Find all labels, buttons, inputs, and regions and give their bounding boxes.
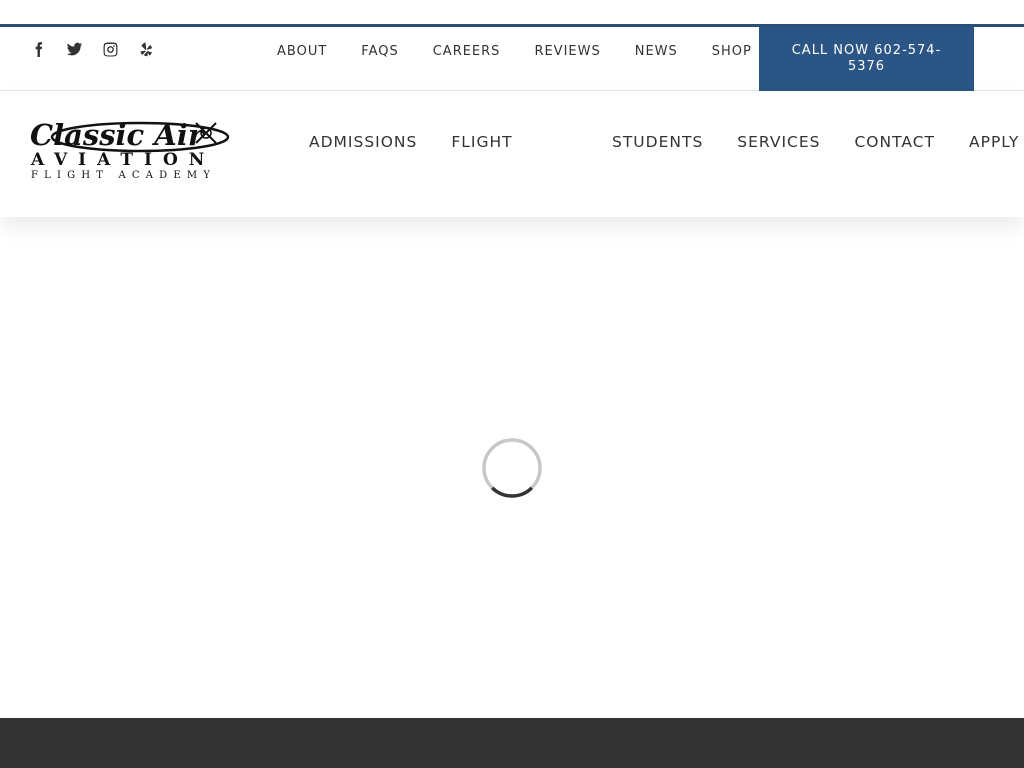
- twitter-icon[interactable]: [66, 40, 102, 58]
- nav-link-admissions[interactable]: ADMISSIONS: [292, 133, 434, 151]
- loading-spinner-icon: [482, 438, 542, 498]
- nav-link-apply[interactable]: APPLY: [952, 133, 1024, 151]
- nav-link-flight[interactable]: FLIGHT: [434, 133, 529, 151]
- logo-graphic: Classic Air AVIATION FLIGHT ACADEMY: [30, 118, 230, 181]
- call-now-label-line1: CALL NOW 602-574-: [791, 43, 942, 58]
- footer-bar: [0, 718, 1024, 768]
- site-logo[interactable]: Classic Air AVIATION FLIGHT ACADEMY: [30, 115, 234, 181]
- main-header: Classic Air AVIATION FLIGHT ACADEMY ADMI…: [0, 91, 1024, 217]
- social-links: [30, 40, 174, 58]
- instagram-icon[interactable]: [102, 40, 138, 58]
- call-now-button[interactable]: CALL NOW 602-574- 5376: [759, 27, 974, 91]
- nav-link-about[interactable]: ABOUT: [260, 44, 344, 59]
- nav-link-faqs[interactable]: FAQS: [344, 44, 415, 59]
- nav-link-reviews[interactable]: REVIEWS: [517, 44, 617, 59]
- logo-academy: FLIGHT ACADEMY: [31, 170, 216, 181]
- main-nav-left: ADMISSIONS FLIGHT: [292, 133, 530, 151]
- top-strip: [0, 0, 1024, 24]
- nav-link-students[interactable]: STUDENTS: [595, 133, 720, 151]
- utility-bar: ABOUT FAQS CAREERS REVIEWS NEWS SHOP CAL…: [0, 27, 1024, 91]
- nav-link-careers[interactable]: CAREERS: [416, 44, 518, 59]
- yelp-icon[interactable]: [138, 40, 174, 58]
- secondary-nav: ABOUT FAQS CAREERS REVIEWS NEWS SHOP: [260, 27, 769, 75]
- nav-link-services[interactable]: SERVICES: [720, 133, 837, 151]
- nav-link-news[interactable]: NEWS: [618, 44, 695, 59]
- call-now-label-line2: 5376: [847, 59, 886, 74]
- main-nav-right: STUDENTS SERVICES CONTACT APPLY: [595, 133, 1024, 151]
- logo-aviation: AVIATION: [30, 150, 215, 170]
- nav-link-contact[interactable]: CONTACT: [837, 133, 952, 151]
- nav-link-shop[interactable]: SHOP: [695, 44, 769, 59]
- facebook-icon[interactable]: [30, 40, 66, 58]
